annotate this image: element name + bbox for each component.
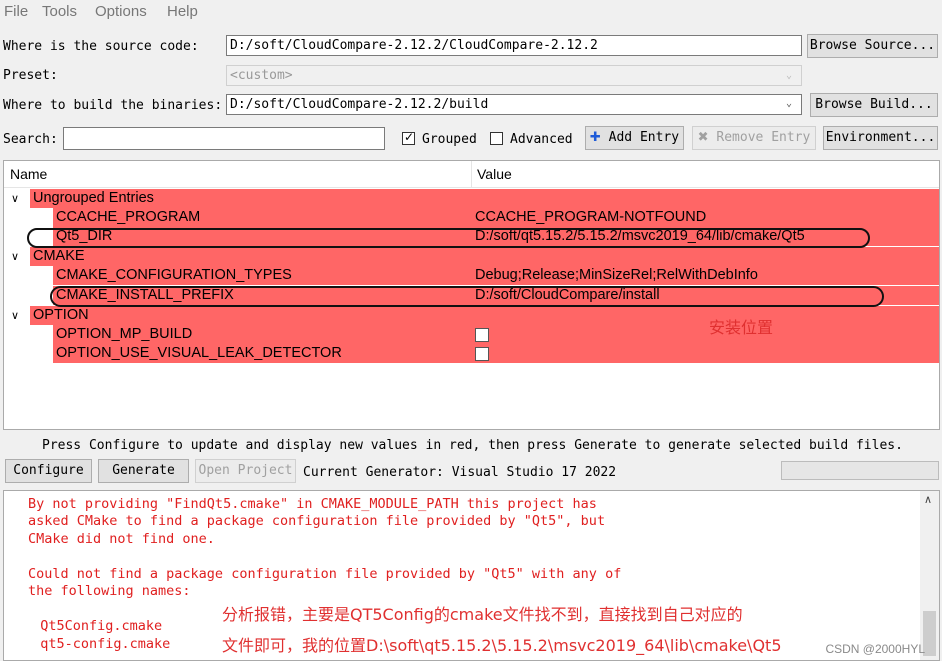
preset-label: Preset:: [3, 68, 58, 83]
environment-button[interactable]: Environment...: [823, 126, 938, 150]
add-entry-button[interactable]: ✚ Add Entry: [585, 126, 684, 150]
annotation-oval-qt5: [27, 228, 870, 248]
build-path-value: D:/soft/CloudCompare-2.12.2/build: [230, 97, 489, 112]
entry-name: OPTION_MP_BUILD: [56, 326, 193, 342]
check-icon: ✓: [404, 130, 415, 144]
remove-entry-label: Remove Entry: [716, 130, 811, 145]
chevron-down-icon: ⌄: [786, 98, 793, 109]
current-generator: Current Generator: Visual Studio 17 2022: [303, 465, 617, 480]
entry-name: CMAKE_CONFIGURATION_TYPES: [56, 267, 292, 283]
preset-value: <custom>: [230, 68, 293, 83]
hint-text: Press Configure to update and display ne…: [42, 438, 903, 453]
tree-group[interactable]: CMAKE: [30, 247, 939, 266]
option-leak-detector-checkbox[interactable]: [475, 347, 489, 361]
open-project-button[interactable]: Open Project: [195, 459, 296, 483]
browse-source-button[interactable]: Browse Source...: [807, 34, 938, 58]
chevron-down-icon: ⌄: [786, 70, 793, 81]
source-path-input[interactable]: D:/soft/CloudCompare-2.12.2/CloudCompare…: [226, 35, 802, 56]
build-path-select[interactable]: D:/soft/CloudCompare-2.12.2/build: [226, 94, 802, 115]
cache-tree[interactable]: Name Value ∨ Ungrouped Entries CCACHE_PR…: [3, 160, 940, 430]
chevron-down-icon[interactable]: ∨: [11, 250, 19, 263]
menu-options[interactable]: Options: [95, 3, 147, 20]
log-line: qt5-config.cmake: [24, 636, 171, 652]
add-entry-label: Add Entry: [608, 130, 680, 145]
menu-tools[interactable]: Tools: [42, 3, 77, 20]
annotation-oval-install: [50, 286, 884, 307]
tree-group[interactable]: Ungrouped Entries: [30, 189, 939, 208]
plus-icon: ✚: [589, 130, 601, 145]
menu-help[interactable]: Help: [167, 3, 198, 20]
entry-value[interactable]: CCACHE_PROGRAM-NOTFOUND: [475, 208, 706, 227]
build-label: Where to build the binaries:: [3, 98, 223, 113]
entry-value[interactable]: Debug;Release;MinSizeRel;RelWithDebInfo: [475, 266, 758, 285]
entry-name: OPTION_USE_VISUAL_LEAK_DETECTOR: [56, 345, 342, 361]
search-input[interactable]: [63, 127, 385, 150]
annotation-log-line-2: 文件即可，我的位置D:\soft\qt5.15.2\5.15.2\msvc201…: [222, 636, 782, 655]
column-name-header[interactable]: Name: [10, 166, 47, 182]
group-label: CMAKE: [33, 248, 85, 264]
log-line: By not providing "FindQt5.cmake" in CMAK…: [28, 496, 597, 512]
tree-row[interactable]: OPTION_USE_VISUAL_LEAK_DETECTOR: [53, 344, 939, 363]
grouped-checkbox[interactable]: ✓: [402, 130, 415, 145]
tree-group[interactable]: OPTION: [30, 306, 939, 325]
tree-row[interactable]: OPTION_MP_BUILD: [53, 325, 939, 344]
log-scrollbar[interactable]: ∧: [920, 491, 939, 660]
advanced-checkbox[interactable]: [490, 132, 503, 145]
annotation-install-location: 安装位置: [709, 318, 774, 337]
advanced-label: Advanced: [510, 132, 573, 147]
watermark: CSDN @2000HYL: [825, 642, 925, 656]
tree-row[interactable]: CMAKE_CONFIGURATION_TYPES Debug;Release;…: [53, 266, 939, 285]
log-line: asked CMake to find a package configurat…: [28, 513, 606, 529]
browse-build-button[interactable]: Browse Build...: [810, 93, 938, 117]
chevron-down-icon[interactable]: ∨: [11, 309, 19, 322]
grouped-label: Grouped: [422, 132, 477, 147]
chevron-up-icon[interactable]: ∧: [924, 493, 932, 506]
remove-icon: ✖: [697, 130, 709, 145]
search-label: Search:: [3, 132, 58, 147]
remove-entry-button[interactable]: ✖ Remove Entry: [692, 126, 816, 150]
log-line: Qt5Config.cmake: [24, 618, 163, 634]
progress-bar: [781, 461, 939, 480]
annotation-log-line-1: 分析报错，主要是QT5Config的cmake文件找不到，直接找到自己对应的: [222, 605, 743, 624]
source-label: Where is the source code:: [3, 39, 199, 54]
tree-header: Name Value: [4, 161, 939, 188]
preset-select[interactable]: <custom>: [226, 65, 802, 86]
log-line: the following names:: [28, 583, 191, 599]
output-log[interactable]: By not providing "FindQt5.cmake" in CMAK…: [3, 490, 940, 661]
column-value-header[interactable]: Value: [477, 166, 512, 182]
group-label: Ungrouped Entries: [33, 190, 154, 206]
tree-row[interactable]: CCACHE_PROGRAM CCACHE_PROGRAM-NOTFOUND: [53, 208, 939, 227]
menu-bar: File Tools Options Help: [0, 0, 942, 24]
chevron-down-icon[interactable]: ∨: [11, 192, 19, 205]
menu-file[interactable]: File: [4, 3, 28, 20]
entry-name: CCACHE_PROGRAM: [56, 209, 201, 225]
log-line: Could not find a package configuration f…: [28, 566, 622, 582]
log-line: CMake did not find one.: [28, 531, 215, 547]
group-label: OPTION: [33, 307, 89, 323]
generate-button[interactable]: Generate: [98, 459, 189, 483]
configure-button[interactable]: Configure: [5, 459, 92, 483]
option-mp-build-checkbox[interactable]: [475, 328, 489, 342]
